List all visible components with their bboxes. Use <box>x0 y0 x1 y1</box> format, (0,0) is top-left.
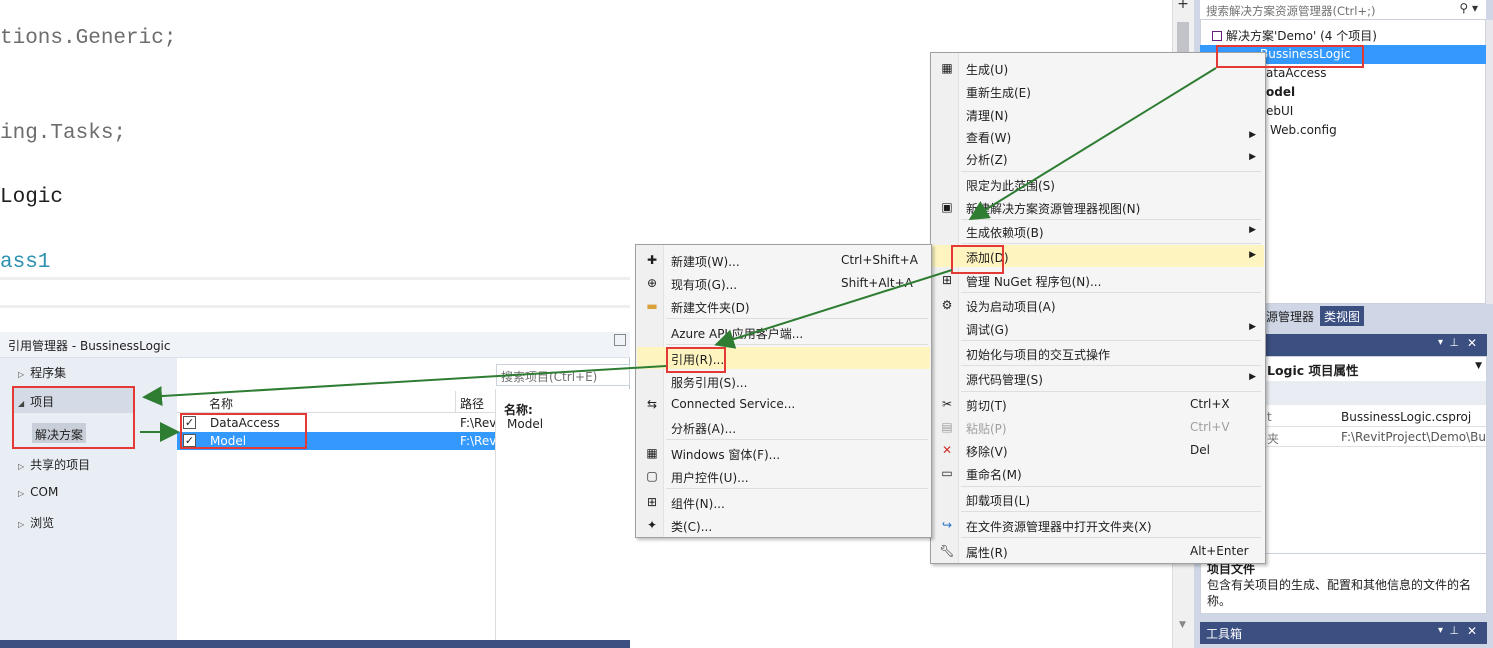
arrow <box>142 365 667 407</box>
arrow <box>714 269 953 349</box>
annotation-arrows <box>140 67 1217 442</box>
arrow <box>968 67 1217 221</box>
